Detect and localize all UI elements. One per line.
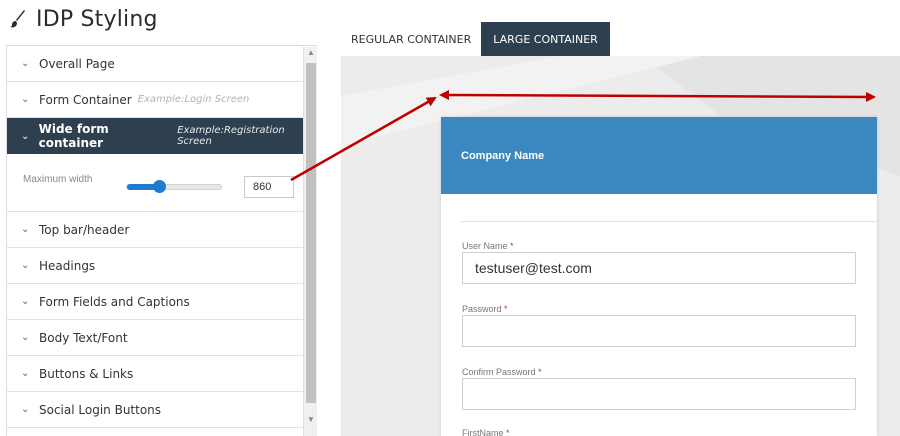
- settings-panel: ⌄ Overall Page ⌄ Form Container Example:…: [6, 45, 317, 436]
- section-top-bar-header[interactable]: ⌄ Top bar/header: [7, 212, 316, 248]
- section-label: Body Text/Font: [39, 330, 128, 345]
- chevron-down-icon: ⌄: [21, 260, 30, 271]
- section-label: Wide form container: [38, 122, 109, 150]
- label-text: Password: [462, 304, 502, 314]
- section-label: Form Container: [39, 92, 132, 107]
- login-form-preview: Company Name User Name * testuser@test.c…: [441, 117, 877, 436]
- max-width-input[interactable]: 860: [244, 176, 294, 198]
- username-label: User Name *: [462, 241, 514, 251]
- section-example: Example:Registration Screen: [177, 125, 285, 147]
- section-social-login-buttons[interactable]: ⌄ Social Login Buttons: [7, 392, 316, 428]
- wide-form-settings: Maximum width 860: [7, 154, 316, 212]
- label-text: User Name: [462, 241, 508, 251]
- chevron-down-icon: ⌄: [21, 368, 30, 379]
- chevron-down-icon: ⌄: [21, 332, 30, 343]
- section-label: Top bar/header: [39, 222, 130, 237]
- section-wide-form-container[interactable]: ⌄ Wide form container Example:Registrati…: [7, 118, 316, 154]
- section-label: Overall Page: [39, 56, 115, 71]
- chevron-down-icon: ⌄: [21, 130, 30, 142]
- chevron-down-icon: ⌄: [21, 404, 30, 415]
- section-label: Form Fields and Captions: [39, 294, 190, 309]
- max-width-label: Maximum width: [23, 174, 93, 185]
- tab-large-container[interactable]: LARGE CONTAINER: [481, 22, 610, 56]
- form-header: Company Name: [441, 117, 877, 194]
- page-title: IDP Styling: [8, 4, 158, 34]
- section-label: Social Login Buttons: [39, 402, 162, 417]
- company-name: Company Name: [461, 149, 545, 162]
- chevron-down-icon: ⌄: [21, 296, 30, 307]
- section-headings[interactable]: ⌄ Headings: [7, 248, 316, 284]
- chevron-down-icon: ⌄: [21, 94, 30, 105]
- password-label: Password *: [462, 304, 508, 314]
- section-buttons-links[interactable]: ⌄ Buttons & Links: [7, 356, 316, 392]
- paintbrush-icon: [10, 10, 25, 28]
- idp-styling-page: IDP Styling ⌄ Overall Page ⌄ Form Contai…: [0, 0, 900, 436]
- confirm-password-input[interactable]: [462, 378, 856, 410]
- section-body-text-font[interactable]: ⌄ Body Text/Font: [7, 320, 316, 356]
- section-form-fields-captions[interactable]: ⌄ Form Fields and Captions: [7, 284, 316, 320]
- form-divider: [461, 221, 877, 222]
- title-text: IDP Styling: [36, 6, 158, 32]
- section-label: Headings: [39, 258, 96, 273]
- scrollbar-thumb[interactable]: [306, 63, 316, 403]
- chevron-down-icon: ⌄: [21, 58, 30, 69]
- scroll-down-icon[interactable]: ▼: [307, 415, 315, 424]
- required-mark: *: [504, 304, 508, 314]
- tab-regular-container[interactable]: REGULAR CONTAINER: [341, 22, 481, 56]
- section-example: Example:Login Screen: [137, 94, 250, 105]
- firstname-label: FirstName *: [462, 428, 510, 436]
- chevron-down-icon: ⌄: [21, 224, 30, 235]
- username-input[interactable]: testuser@test.com: [462, 252, 856, 284]
- confirm-password-label: Confirm Password *: [462, 367, 542, 377]
- section-overall-page[interactable]: ⌄ Overall Page: [7, 46, 316, 82]
- section-label: Buttons & Links: [39, 366, 134, 381]
- password-input[interactable]: [462, 315, 856, 347]
- panel-scrollbar[interactable]: ▲ ▼: [303, 47, 317, 436]
- label-text: Confirm Password: [462, 367, 536, 377]
- container-tabs: REGULAR CONTAINER LARGE CONTAINER: [341, 22, 610, 56]
- slider-handle[interactable]: [152, 180, 166, 193]
- label-text: FirstName: [462, 428, 504, 436]
- required-mark: *: [510, 241, 514, 251]
- max-width-slider[interactable]: [126, 180, 222, 193]
- section-form-container[interactable]: ⌄ Form Container Example:Login Screen: [7, 82, 316, 118]
- required-mark: *: [506, 428, 510, 436]
- required-mark: *: [538, 367, 542, 377]
- scroll-up-icon[interactable]: ▲: [307, 48, 315, 57]
